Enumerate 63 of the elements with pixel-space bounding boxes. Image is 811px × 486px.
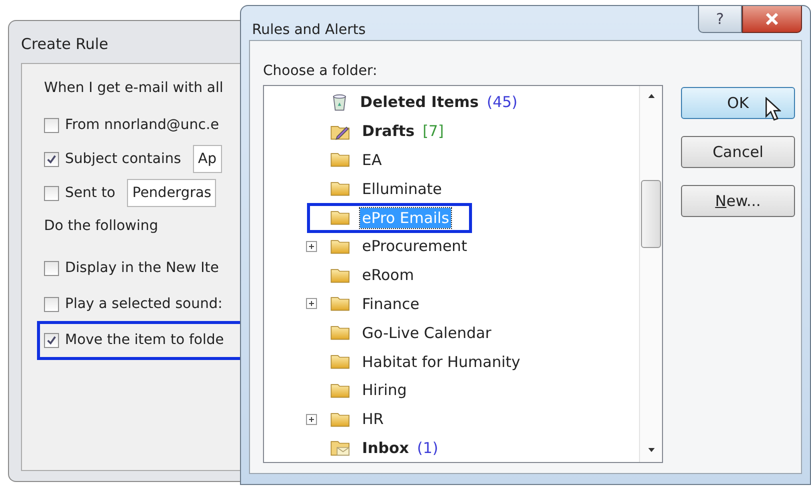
expand-icon[interactable] — [306, 414, 317, 425]
checkbox[interactable] — [44, 332, 59, 348]
tree-item[interactable]: Drafts — [360, 121, 417, 142]
expand-icon[interactable] — [306, 240, 317, 252]
tree-item[interactable]: eProcurement — [360, 236, 470, 256]
dialog-button[interactable]: New... — [681, 185, 795, 217]
section-label: When I get e-mail with all — [44, 80, 224, 98]
checkmark-icon — [46, 334, 57, 346]
text-field[interactable]: Pendergras — [127, 179, 216, 207]
tree-item[interactable]: HR — [360, 409, 386, 430]
tree-item[interactable]: Deleted Items — [358, 92, 481, 112]
tree-item[interactable]: Go-Live Calendar — [360, 322, 494, 343]
checkbox-label: Display in the New Ite — [65, 260, 219, 276]
checkmark-icon — [46, 154, 57, 164]
checkbox-label: Subject contains — [65, 151, 182, 167]
section-label: Do the following — [44, 218, 160, 236]
folder-icon — [330, 353, 351, 370]
window-title: Rules and Alerts — [251, 21, 366, 38]
item-count: (1) — [416, 438, 438, 457]
tree-item[interactable]: Finance — [360, 294, 422, 314]
help-button[interactable]: ? — [698, 6, 742, 33]
checkbox-label: Sent to — [65, 185, 116, 201]
checkbox[interactable] — [44, 296, 59, 312]
folder-icon — [330, 238, 351, 255]
expand-icon[interactable] — [306, 298, 317, 310]
tree-item[interactable]: Elluminate — [360, 178, 444, 199]
checkbox[interactable] — [44, 152, 59, 166]
folder-icon — [330, 209, 351, 226]
trash-can-icon — [330, 94, 349, 111]
tree-item[interactable]: Hiring — [360, 380, 409, 400]
folder-icon — [330, 295, 351, 312]
mouse-pointer-icon — [765, 97, 781, 122]
tree-item[interactable]: Inbox — [360, 438, 411, 458]
checkbox[interactable] — [44, 260, 59, 276]
close-button[interactable] — [742, 6, 802, 33]
scroll-down-icon[interactable] — [648, 448, 654, 452]
window-title: Create Rule — [21, 34, 110, 55]
scrollbar[interactable] — [639, 86, 662, 462]
folder-icon — [330, 410, 351, 428]
folder-tree[interactable]: Deleted Items (45) Drafts [7] EA Elluminate ePro Emails eProcurement eRoom Finance Go-Live Calendar Habitat for Humanity Hiring HR Inbox (1) — [263, 85, 663, 463]
tree-item[interactable]: eRoom — [360, 265, 416, 286]
folder-icon — [330, 151, 351, 168]
item-count: [7] — [422, 122, 444, 140]
inbox-icon — [330, 439, 351, 456]
folder-icon — [330, 324, 351, 342]
folder-icon — [330, 266, 351, 284]
scroll-up-icon[interactable] — [648, 94, 654, 98]
field-label: Choose a folder: — [263, 63, 378, 79]
item-count: (45) — [486, 93, 518, 112]
scrollbar-thumb[interactable] — [641, 180, 661, 248]
folder-icon — [330, 382, 351, 399]
checkbox-label: From nnorland@unc.e — [65, 117, 219, 133]
text-field[interactable]: Ap — [193, 145, 222, 173]
checkbox-label: Move the item to folde — [65, 332, 224, 348]
tree-item[interactable]: EA — [360, 150, 384, 170]
dialog-button[interactable]: Cancel — [681, 136, 795, 168]
checkbox[interactable] — [44, 118, 59, 132]
checkbox[interactable] — [44, 186, 59, 200]
checkbox-label: Play a selected sound: — [65, 296, 222, 312]
tree-item[interactable]: Habitat for Humanity — [360, 352, 522, 372]
folder-icon — [330, 180, 351, 198]
dialog-button[interactable]: OK — [681, 87, 795, 119]
close-icon — [765, 13, 779, 25]
